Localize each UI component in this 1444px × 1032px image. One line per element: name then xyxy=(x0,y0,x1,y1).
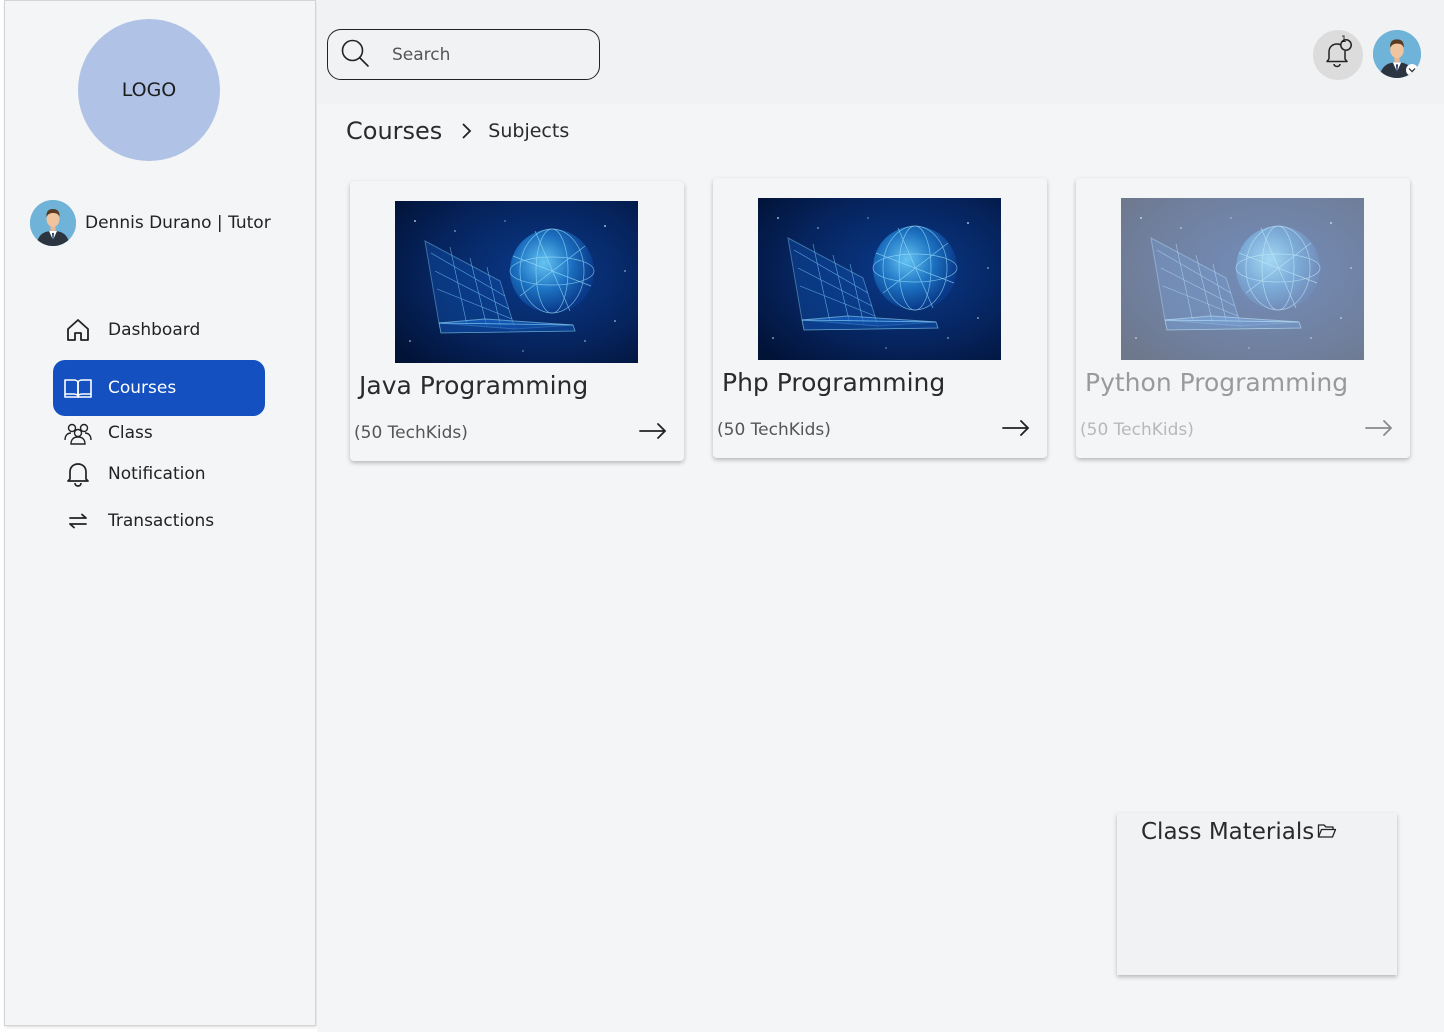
book-icon xyxy=(63,376,93,400)
folder-open-icon xyxy=(1314,819,1337,845)
course-image xyxy=(1121,198,1364,360)
breadcrumb-subjects: Subjects xyxy=(488,120,570,142)
course-title: Python Programming xyxy=(1085,368,1349,397)
course-card-java[interactable]: Java Programming (50 TechKids) xyxy=(350,181,684,461)
bell-icon xyxy=(1322,37,1354,73)
notification-badge: 1 xyxy=(1341,35,1347,45)
sidebar-item-courses[interactable]: Courses xyxy=(53,360,265,416)
course-count: (50 TechKids) xyxy=(354,423,468,443)
arrow-right-icon[interactable] xyxy=(638,421,668,441)
sidebar-item-label: Courses xyxy=(108,378,177,398)
arrow-right-icon[interactable] xyxy=(1364,418,1394,438)
sidebar-item-label: Class xyxy=(108,423,153,443)
arrow-right-icon[interactable] xyxy=(1001,418,1031,438)
class-materials-panel[interactable]: Class Materials xyxy=(1117,813,1397,975)
course-title: Java Programming xyxy=(359,371,589,400)
sidebar-item-class[interactable]: Class xyxy=(53,413,265,453)
search-bar[interactable] xyxy=(327,29,600,80)
top-bar: 1 xyxy=(317,0,1444,104)
breadcrumb-courses[interactable]: Courses xyxy=(346,117,442,145)
sidebar-item-dashboard[interactable]: Dashboard xyxy=(53,310,265,350)
breadcrumb: Courses Subjects xyxy=(346,117,569,145)
users-icon xyxy=(63,421,93,445)
sidebar-item-label: Dashboard xyxy=(108,320,201,340)
home-icon xyxy=(63,318,93,342)
profile-name: Dennis Durano | Tutor xyxy=(85,213,271,233)
sidebar-item-label: Transactions xyxy=(108,511,215,531)
class-materials-title: Class Materials xyxy=(1141,819,1337,845)
sidebar-item-label: Notification xyxy=(108,464,206,484)
logo-text: LOGO xyxy=(121,79,177,101)
course-image xyxy=(758,198,1001,360)
chevron-down-icon xyxy=(1406,64,1418,76)
logo: LOGO xyxy=(78,19,220,161)
user-avatar[interactable] xyxy=(1373,30,1421,78)
sidebar-item-notification[interactable]: Notification xyxy=(53,454,265,494)
course-card-php[interactable]: Php Programming (50 TechKids) xyxy=(713,178,1047,458)
chevron-right-icon xyxy=(460,122,472,140)
sidebar-item-transactions[interactable]: Transactions xyxy=(53,501,265,541)
main-content: 1 Courses Subjects Java Programming (50 … xyxy=(317,0,1444,1032)
swap-arrows-icon xyxy=(63,509,93,533)
notification-button[interactable]: 1 xyxy=(1313,30,1363,80)
course-title: Php Programming xyxy=(722,368,946,397)
course-count: (50 TechKids) xyxy=(717,420,831,440)
course-card-python[interactable]: Python Programming (50 TechKids) xyxy=(1076,178,1410,458)
avatar xyxy=(30,200,76,246)
search-icon xyxy=(340,38,370,72)
class-materials-label: Class Materials xyxy=(1141,819,1315,845)
search-input[interactable] xyxy=(392,44,582,65)
course-count: (50 TechKids) xyxy=(1080,420,1194,440)
course-image xyxy=(395,201,638,363)
sidebar: LOGO Dennis Durano | Tutor Dashboard Cou… xyxy=(4,0,316,1026)
sidebar-profile: Dennis Durano | Tutor xyxy=(30,200,271,246)
bell-icon xyxy=(63,462,93,487)
